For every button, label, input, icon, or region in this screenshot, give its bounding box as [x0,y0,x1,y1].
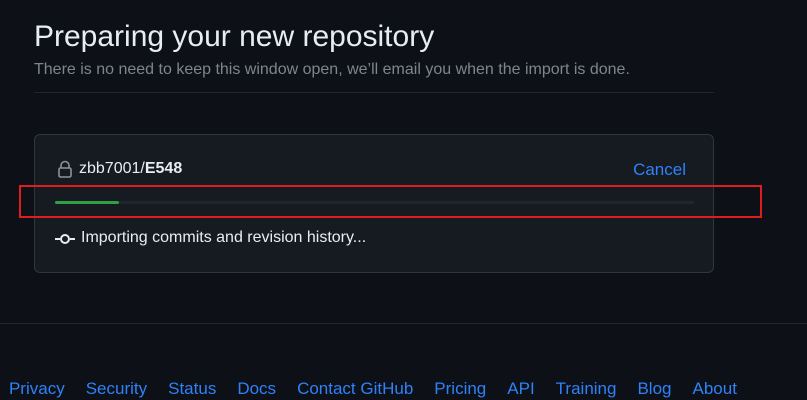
repo-owner: zbb7001/ [79,160,145,177]
page-title: Preparing your new repository [34,20,435,53]
lock-icon [57,160,73,178]
import-panel: zbb7001/ E548 Cancel Importing commits a… [34,134,714,273]
footer-link-pricing[interactable]: Pricing [434,379,486,399]
import-progress-fill [55,201,119,204]
footer-link-blog[interactable]: Blog [637,379,671,399]
header-divider [34,92,714,93]
commit-icon [55,232,75,244]
footer-link-docs[interactable]: Docs [237,379,276,399]
page-subtitle: There is no need to keep this window ope… [34,61,630,78]
import-progress-bar [55,201,694,204]
repo-name: E548 [144,160,183,177]
footer-link-security[interactable]: Security [86,379,147,399]
import-status: Importing commits and revision history..… [55,229,366,247]
footer-nav: nsPrivacySecurityStatusDocsContact GitHu… [0,379,758,399]
footer-divider [0,323,807,324]
footer-link-status[interactable]: Status [168,379,216,399]
page: Preparing your new repository There is n… [0,0,807,400]
footer-link-contact-github[interactable]: Contact GitHub [297,379,413,399]
footer-link-training[interactable]: Training [556,379,617,399]
repo-line: zbb7001/ E548 [57,160,182,178]
cancel-button[interactable]: Cancel [633,160,686,180]
import-status-text: Importing commits and revision history..… [81,229,367,246]
footer-link-privacy[interactable]: Privacy [9,379,65,399]
footer-link-api[interactable]: API [507,379,534,399]
footer-link-about[interactable]: About [693,379,737,399]
